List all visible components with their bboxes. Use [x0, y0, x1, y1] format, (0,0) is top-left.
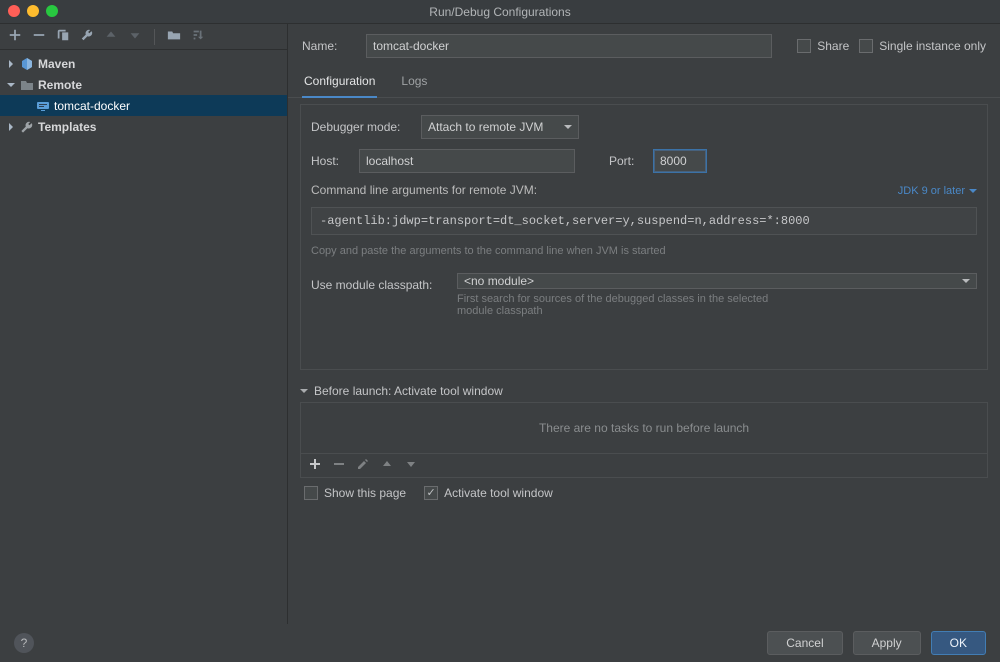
tree-item-templates[interactable]: Templates [0, 116, 287, 137]
cli-args-readonly[interactable]: -agentlib:jdwp=transport=dt_socket,serve… [311, 207, 977, 235]
tab-configuration[interactable]: Configuration [302, 70, 377, 98]
wrench-icon[interactable] [80, 28, 94, 45]
before-launch-toolbar [301, 453, 987, 477]
help-button[interactable]: ? [14, 633, 34, 653]
tab-logs[interactable]: Logs [399, 70, 429, 97]
sidebar-toolbar [0, 24, 287, 50]
wrench-small-icon [20, 120, 34, 134]
debugger-mode-label: Debugger mode: [311, 120, 411, 134]
tree-item-remote[interactable]: Remote [0, 74, 287, 95]
remote-icon [36, 99, 50, 113]
activate-tool-window-checkbox[interactable]: Activate tool window [424, 486, 553, 500]
tree-label: tomcat-docker [54, 99, 130, 113]
cli-label: Command line arguments for remote JVM: [311, 183, 537, 197]
chevron-down-icon [969, 187, 977, 195]
debugger-mode-combo[interactable]: Attach to remote JVM [421, 115, 579, 139]
titlebar: Run/Debug Configurations [0, 0, 1000, 24]
configuration-panel: Debugger mode: Attach to remote JVM Host… [300, 104, 988, 370]
single-label: Single instance only [879, 39, 986, 53]
name-field[interactable] [366, 34, 772, 58]
sidebar: Maven Remote tomcat-docker Templates [0, 24, 288, 624]
debugger-mode-value: Attach to remote JVM [428, 120, 543, 134]
share-label: Share [817, 39, 849, 53]
bottom-bar: ? Cancel Apply OK [0, 624, 1000, 662]
activate-tool-label: Activate tool window [444, 486, 553, 500]
down-disabled-icon [128, 28, 142, 45]
maven-icon [20, 57, 34, 71]
remove-task-icon [333, 458, 345, 473]
window-title: Run/Debug Configurations [429, 5, 570, 19]
tree-label: Maven [38, 57, 75, 71]
sort-icon[interactable] [191, 28, 205, 45]
single-instance-checkbox[interactable]: Single instance only [859, 39, 986, 53]
up-disabled-icon [104, 28, 118, 45]
copy-config-icon[interactable] [56, 28, 70, 45]
tree-label: Remote [38, 78, 82, 92]
config-tree: Maven Remote tomcat-docker Templates [0, 50, 287, 140]
before-launch-panel: There are no tasks to run before launch [300, 402, 988, 478]
host-field[interactable] [359, 149, 575, 173]
add-config-icon[interactable] [8, 28, 22, 45]
ok-button[interactable]: OK [931, 631, 986, 655]
module-label: Use module classpath: [311, 273, 447, 292]
add-task-icon[interactable] [309, 458, 321, 473]
share-checkbox[interactable]: Share [797, 39, 849, 53]
module-value: <no module> [464, 274, 534, 288]
apply-button[interactable]: Apply [853, 631, 921, 655]
before-launch-empty: There are no tasks to run before launch [301, 403, 987, 453]
folder-icon [20, 78, 34, 92]
close-window-icon[interactable] [8, 5, 20, 17]
module-combo[interactable]: <no module> [457, 273, 977, 289]
jdk-version-link[interactable]: JDK 9 or later [898, 185, 977, 197]
toolbar-separator [154, 29, 155, 45]
minimize-window-icon[interactable] [27, 5, 39, 17]
show-this-page-checkbox[interactable]: Show this page [304, 486, 406, 500]
down-task-icon [405, 458, 417, 473]
chevron-down-icon [564, 120, 572, 134]
cli-args-hint: Copy and paste the arguments to the comm… [311, 245, 977, 257]
jdk-link-text: JDK 9 or later [898, 185, 965, 197]
port-field[interactable] [653, 149, 707, 173]
content-area: Name: Share Single instance only Configu… [288, 24, 1000, 624]
chevron-down-icon [962, 274, 970, 288]
module-hint: First search for sources of the debugged… [457, 293, 777, 317]
window-controls [8, 5, 58, 17]
before-launch-title: Before launch: Activate tool window [314, 384, 503, 398]
tree-item-maven[interactable]: Maven [0, 53, 287, 74]
cancel-button[interactable]: Cancel [767, 631, 842, 655]
port-label: Port: [609, 154, 643, 168]
maximize-window-icon[interactable] [46, 5, 58, 17]
edit-task-icon [357, 458, 369, 473]
up-task-icon [381, 458, 393, 473]
host-label: Host: [311, 154, 349, 168]
remove-config-icon[interactable] [32, 28, 46, 45]
folder-move-icon[interactable] [167, 28, 181, 45]
tree-label: Templates [38, 120, 96, 134]
tree-item-tomcat-docker[interactable]: tomcat-docker [0, 95, 287, 116]
before-launch-header[interactable]: Before launch: Activate tool window [300, 384, 988, 398]
show-this-page-label: Show this page [324, 486, 406, 500]
name-label: Name: [302, 39, 356, 53]
tabs: Configuration Logs [288, 62, 1000, 98]
arrow-down-icon [300, 387, 308, 395]
